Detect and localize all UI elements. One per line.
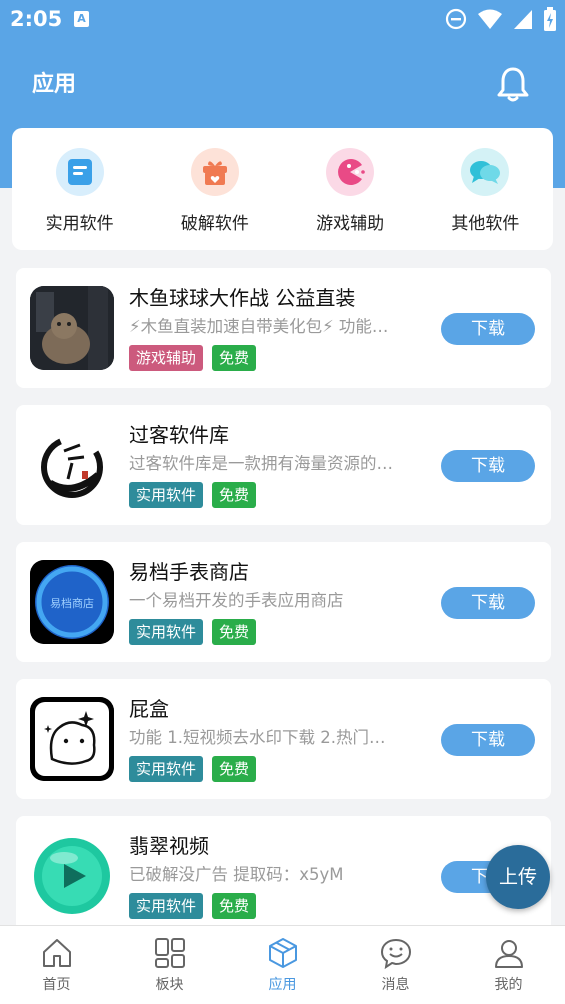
- download-button[interactable]: 下载: [441, 724, 535, 756]
- cube-icon: [268, 938, 297, 968]
- app-description: 过客软件库是一款拥有海量资源的软件库: [129, 454, 397, 473]
- app-card-feicui[interactable]: 翡翠视频 已破解没广告 提取码：x5yM 实用软件 免费 下载: [16, 816, 551, 936]
- app-card-pihe[interactable]: 屁盒 功能 1.短视频去水印下载 2.热门视频 实用软件 免费 下载: [16, 679, 551, 799]
- category-tag: 实用软件: [129, 893, 204, 919]
- nav-sections[interactable]: 板块: [113, 926, 226, 1004]
- message-icon: [380, 938, 411, 970]
- app-description: 已破解没广告 提取码：x5yM: [129, 865, 344, 884]
- app-icon-calligraphy-logo: [30, 423, 114, 507]
- app-icon-watch-store: 易档商店: [30, 560, 114, 644]
- app-card-guoke[interactable]: 过客软件库 过客软件库是一款拥有海量资源的软件库 实用软件 免费 下载: [16, 405, 551, 525]
- free-tag: 免费: [212, 893, 257, 919]
- free-tag: 免费: [212, 756, 257, 782]
- nav-label: 消息: [381, 977, 410, 993]
- pacman-icon: [326, 148, 375, 196]
- app-tags: 实用软件 免费: [129, 893, 257, 919]
- nav-profile[interactable]: 我的: [452, 926, 565, 1004]
- free-tag: 免费: [212, 345, 257, 371]
- nav-label: 首页: [42, 977, 71, 993]
- app-icon-play-button: [30, 834, 114, 918]
- app-name: 过客软件库: [129, 423, 229, 447]
- wifi-icon: [478, 9, 502, 29]
- app-tags: 实用软件 免费: [129, 482, 257, 508]
- category-label: 破解软件: [180, 214, 249, 234]
- app-card-muyu[interactable]: 木鱼球球大作战 公益直装 ⚡木鱼直装加速自带美化包⚡ 功能强大 游戏辅助 免费 …: [16, 268, 551, 388]
- notification-a-icon: A: [74, 11, 89, 27]
- nav-label: 我的: [494, 977, 523, 993]
- app-name: 屁盒: [129, 697, 169, 721]
- free-tag: 免费: [212, 619, 257, 645]
- bottom-nav: 首页 板块 应用 消息 我的: [0, 925, 565, 1004]
- free-tag: 免费: [212, 482, 257, 508]
- app-icon-cat-photo: [30, 286, 114, 370]
- category-cracked-software[interactable]: 破解软件: [147, 128, 282, 250]
- category-game-assist[interactable]: 游戏辅助: [283, 128, 418, 250]
- home-icon: [42, 939, 71, 967]
- status-time: 2:05: [10, 7, 63, 31]
- category-tag: 游戏辅助: [129, 345, 204, 371]
- app-description: ⚡木鱼直装加速自带美化包⚡ 功能强大: [129, 317, 397, 336]
- nav-apps[interactable]: 应用: [226, 926, 339, 1004]
- grid-icon: [154, 938, 185, 968]
- app-name: 易档手表商店: [129, 560, 249, 584]
- category-label: 实用软件: [45, 214, 114, 234]
- bell-icon[interactable]: [494, 65, 532, 103]
- chat-bubbles-icon: [461, 148, 510, 196]
- app-name: 翡翠视频: [129, 834, 209, 858]
- category-label: 游戏辅助: [316, 214, 385, 234]
- app-tags: 游戏辅助 免费: [129, 345, 257, 371]
- download-button[interactable]: 下载: [441, 313, 535, 345]
- app-list: 木鱼球球大作战 公益直装 ⚡木鱼直装加速自带美化包⚡ 功能强大 游戏辅助 免费 …: [16, 268, 551, 953]
- category-useful-software[interactable]: 实用软件: [12, 128, 147, 250]
- download-button[interactable]: 下载: [441, 587, 535, 619]
- status-icons: [445, 7, 557, 31]
- category-card: 实用软件 破解软件 游戏辅助 其他软件: [12, 128, 553, 250]
- profile-icon: [494, 940, 523, 968]
- app-description: 一个易档开发的手表应用商店: [129, 591, 344, 610]
- status-bar: 2:05 A: [0, 0, 565, 38]
- nav-label: 应用: [268, 977, 297, 993]
- app-icon-ghost-face: [30, 697, 114, 781]
- notes-icon: [55, 148, 104, 196]
- app-tags: 实用软件 免费: [129, 619, 257, 645]
- category-tag: 实用软件: [129, 619, 204, 645]
- signal-icon: [514, 10, 532, 29]
- upload-button[interactable]: 上传: [486, 845, 550, 909]
- app-description: 功能 1.短视频去水印下载 2.热门视频: [129, 728, 397, 747]
- do-not-disturb-icon: [445, 8, 467, 30]
- nav-home[interactable]: 首页: [0, 926, 113, 1004]
- nav-messages[interactable]: 消息: [339, 926, 452, 1004]
- app-icon-text: 易档商店: [50, 597, 94, 610]
- category-label: 其他软件: [451, 214, 520, 234]
- category-other-software[interactable]: 其他软件: [418, 128, 553, 250]
- page-title: 应用: [32, 72, 77, 97]
- app-name: 木鱼球球大作战 公益直装: [129, 286, 356, 310]
- gift-icon: [190, 148, 239, 196]
- category-tag: 实用软件: [129, 482, 204, 508]
- app-tags: 实用软件 免费: [129, 756, 257, 782]
- nav-label: 板块: [155, 977, 184, 993]
- download-button[interactable]: 下载: [441, 450, 535, 482]
- category-tag: 实用软件: [129, 756, 204, 782]
- app-card-yidang[interactable]: 易档商店 易档手表商店 一个易档开发的手表应用商店 实用软件 免费 下载: [16, 542, 551, 662]
- battery-icon: [544, 7, 556, 31]
